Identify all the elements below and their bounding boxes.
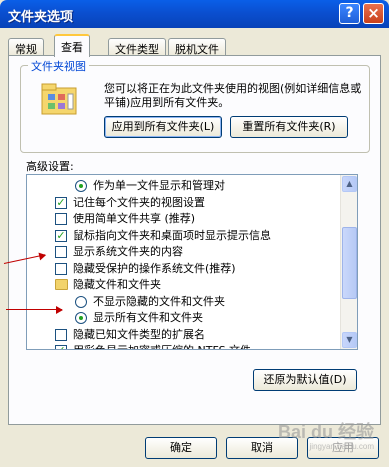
restore-defaults-button[interactable]: 还原为默认值(D) xyxy=(253,369,357,391)
radio-button[interactable] xyxy=(75,312,87,324)
checkbox[interactable]: ✓ xyxy=(55,196,67,209)
checkbox[interactable] xyxy=(55,213,67,225)
scroll-thumb[interactable] xyxy=(342,227,357,299)
advanced-settings-label: 高级设置: xyxy=(26,160,74,173)
advanced-setting-label: 使用简单文件共享 (推荐) xyxy=(73,212,196,225)
list-scrollbar[interactable]: ▲ ▼ xyxy=(340,175,357,349)
scroll-up-icon[interactable]: ▲ xyxy=(342,176,357,192)
advanced-setting-label: 鼠标指向文件夹和桌面项时显示提示信息 xyxy=(73,228,271,242)
advanced-settings-list[interactable]: 作为单一文件显示和管理对 ✓ 记住每个文件夹的视图设置 使用简单文件共享 (推荐) ✓ 鼠… xyxy=(26,174,358,350)
advanced-setting-label: 记住每个文件夹的视图设置 xyxy=(73,195,205,209)
annotation-arrow-icon xyxy=(6,306,63,314)
scroll-down-icon[interactable]: ▼ xyxy=(342,332,357,348)
watermark-sub: jingyan.baidu.com xyxy=(309,442,375,451)
apply-to-all-folders-button[interactable]: 应用到所有文件夹(L) xyxy=(104,116,222,138)
advanced-setting-label: 隐藏文件和文件夹 xyxy=(73,278,161,291)
advanced-setting-label: 显示系统文件夹的内容 xyxy=(73,245,183,258)
reset-all-folders-button[interactable]: 重置所有文件夹(R) xyxy=(230,116,348,138)
folder-view-description: 您可以将正在为此文件夹使用的视图(例如详细信息或平铺)应用到所有文件夹。 xyxy=(104,82,362,109)
checkbox[interactable] xyxy=(55,246,67,258)
folder-view-icon xyxy=(41,83,77,115)
radio-button[interactable] xyxy=(75,180,87,192)
close-button[interactable]: × xyxy=(363,3,384,24)
radio-button[interactable] xyxy=(75,295,87,308)
baidu-watermark: Bai du 经验 jingyan.baidu.com xyxy=(278,418,374,451)
help-button[interactable]: ? xyxy=(339,3,360,24)
tab-view[interactable]: 查看 xyxy=(54,34,90,57)
checkbox[interactable] xyxy=(55,328,67,341)
tab-general[interactable]: 常规 xyxy=(8,38,44,56)
window-title: 文件夹选项 xyxy=(8,10,74,25)
checkbox[interactable]: ✓ xyxy=(55,229,67,242)
checkbox[interactable]: ✓ xyxy=(55,345,67,349)
watermark-text: Bai du 经验 xyxy=(278,422,375,442)
advanced-setting-label: 隐藏已知文件类型的扩展名 xyxy=(73,327,205,341)
title-bar: 文件夹选项 ? × xyxy=(0,0,389,28)
folder-view-title: 文件夹视图 xyxy=(28,58,89,74)
advanced-setting-label: 用彩色显示加密或压缩的 NTFS 文件 xyxy=(73,343,251,349)
advanced-setting-label: 不显示隐藏的文件和文件夹 xyxy=(93,294,225,308)
ok-button[interactable]: 确定 xyxy=(145,437,217,459)
tab-offline-files[interactable]: 脱机文件 xyxy=(168,38,226,56)
checkbox[interactable] xyxy=(55,262,67,275)
advanced-setting-label: 显示所有文件和文件夹 xyxy=(93,311,203,324)
advanced-setting-label: 作为单一文件显示和管理对 xyxy=(93,179,225,192)
folder-icon xyxy=(55,279,68,290)
advanced-setting-label: 隐藏受保护的操作系统文件(推荐) xyxy=(73,261,236,275)
tab-file-types[interactable]: 文件类型 xyxy=(108,38,166,56)
